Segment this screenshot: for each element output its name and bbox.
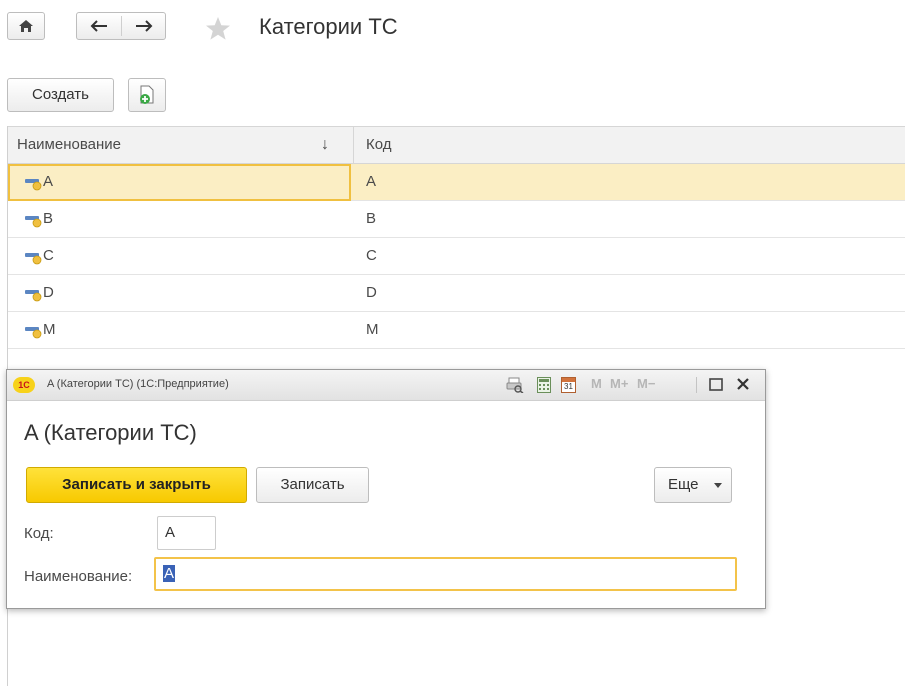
column-header-name[interactable]: Наименование: [17, 127, 121, 163]
code-label: Код:: [24, 525, 54, 542]
add-document-icon: [140, 85, 154, 104]
name-field-selected-text: A: [163, 565, 176, 582]
catalog-item-icon: [25, 216, 42, 228]
create-button[interactable]: Создать: [7, 78, 114, 112]
close-icon[interactable]: [737, 378, 749, 390]
table-row[interactable]: M M: [8, 312, 905, 349]
add-copy-button[interactable]: [128, 78, 166, 112]
memory-subtract-button[interactable]: M−: [637, 376, 655, 391]
cell-code: C: [366, 247, 377, 264]
calendar-icon[interactable]: 31: [561, 377, 576, 393]
cell-code: M: [366, 321, 379, 338]
more-button[interactable]: Еще: [654, 467, 732, 503]
table-row[interactable]: C C: [8, 238, 905, 275]
table-row[interactable]: A A: [8, 164, 905, 201]
home-button[interactable]: [7, 12, 45, 40]
forward-arrow-icon: [136, 20, 153, 32]
memory-button[interactable]: M: [591, 376, 602, 391]
column-divider: [353, 127, 354, 163]
catalog-item-icon: [25, 290, 42, 302]
calculator-icon[interactable]: [537, 377, 551, 393]
table-row[interactable]: D D: [8, 275, 905, 312]
window-titlebar[interactable]: 1С A (Категории ТС) (1С:Предприятие) 31 …: [7, 370, 765, 401]
category-list-table: Наименование ↓ Код A A B B C C D D M M: [7, 126, 905, 350]
calendar-day: 31: [564, 382, 573, 391]
back-button[interactable]: [77, 13, 121, 39]
cell-name: C: [43, 247, 54, 264]
save-and-close-button[interactable]: Записать и закрыть: [26, 467, 247, 503]
history-nav-group: [76, 12, 166, 40]
cell-code: D: [366, 284, 377, 301]
table-row[interactable]: B B: [8, 201, 905, 238]
forward-button[interactable]: [122, 13, 166, 39]
cell-code: A: [366, 173, 377, 190]
name-label: Наименование:: [24, 568, 133, 585]
sort-arrow-icon[interactable]: ↓: [321, 127, 329, 163]
cell-name: M: [43, 321, 56, 338]
back-arrow-icon: [90, 20, 107, 32]
window-title: A (Категории ТС) (1С:Предприятие): [47, 378, 229, 390]
favorite-star-icon[interactable]: [205, 16, 231, 41]
maximize-icon[interactable]: [709, 378, 723, 391]
more-button-label: Еще: [668, 476, 699, 493]
cell-focus-frame: [8, 164, 351, 201]
name-field[interactable]: A: [154, 557, 737, 591]
column-header-code[interactable]: Код: [366, 127, 392, 163]
table-header: Наименование ↓ Код: [8, 126, 905, 164]
page-title: Категории ТС: [259, 14, 398, 39]
cell-name: D: [43, 284, 54, 301]
memory-add-button[interactable]: M+: [610, 376, 628, 391]
catalog-item-icon: [25, 253, 42, 265]
save-button[interactable]: Записать: [256, 467, 369, 503]
titlebar-divider: [696, 377, 697, 393]
code-field[interactable]: A: [157, 516, 216, 550]
cell-name: B: [43, 210, 54, 227]
print-preview-icon[interactable]: [506, 377, 524, 393]
home-icon: [19, 20, 33, 32]
dropdown-caret-icon: [714, 483, 722, 488]
item-form-window: 1С A (Категории ТС) (1С:Предприятие) 31 …: [6, 369, 766, 609]
cell-code: B: [366, 210, 377, 227]
catalog-item-icon: [25, 327, 42, 339]
form-title: A (Категории ТС): [24, 420, 197, 445]
app-logo-icon: 1С: [13, 377, 35, 393]
